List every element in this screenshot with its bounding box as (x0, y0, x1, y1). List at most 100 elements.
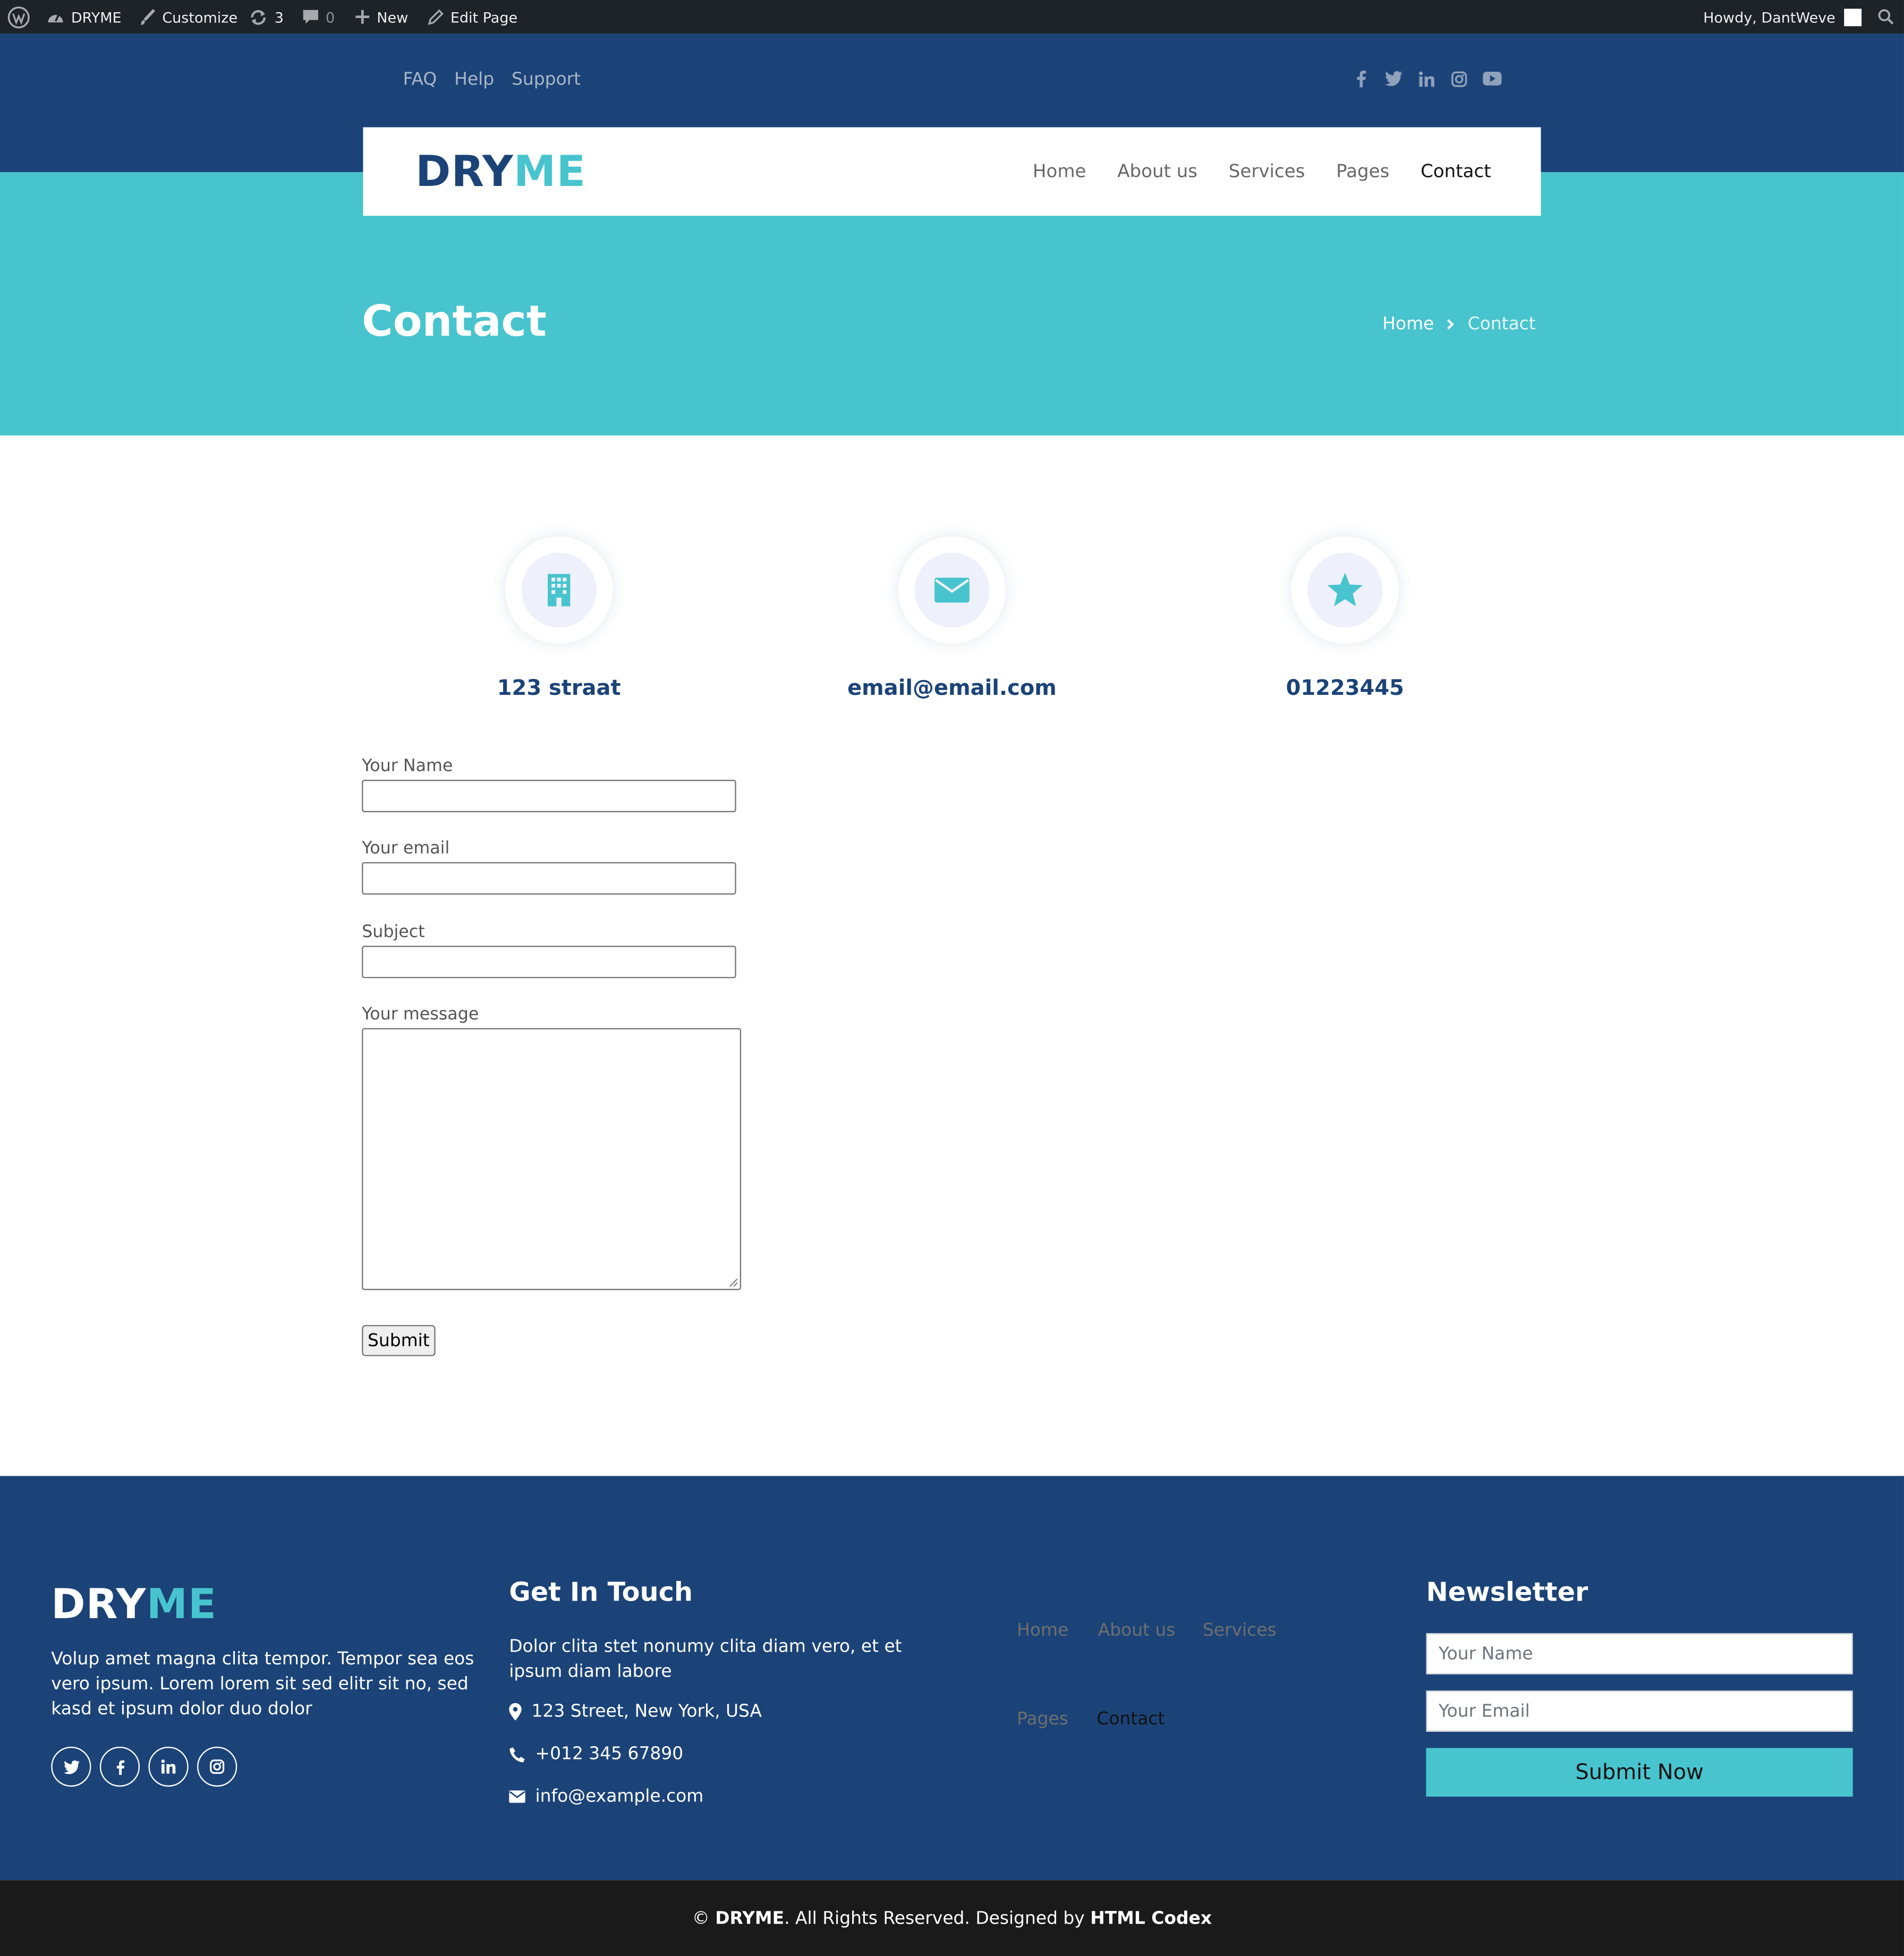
pencil-icon (428, 8, 444, 24)
envelope-icon-circle (898, 536, 1006, 644)
admin-new-label: New (377, 8, 409, 26)
admin-search-icon[interactable] (1878, 0, 1894, 33)
updates-icon (251, 9, 266, 24)
admin-edit-page-label: Edit Page (450, 8, 518, 26)
page: DRYME Customize 3 0 New Edit Page Howdy,… (0, 0, 1904, 1956)
footer-link-home[interactable]: Home (1017, 1621, 1068, 1641)
facebook-icon[interactable] (1353, 70, 1370, 88)
resize-handle-icon[interactable] (729, 1278, 739, 1288)
nav-item-home[interactable]: Home (1033, 161, 1086, 182)
top-link-faq[interactable]: FAQ (403, 70, 437, 90)
admin-site-name: DRYME (71, 8, 122, 26)
copyright-bar: © DRYME. All Rights Reserved. Designed b… (0, 1880, 1904, 1956)
logo-part-2: ME (513, 147, 586, 198)
admin-updates-count: 3 (274, 8, 284, 26)
footer-link-services[interactable]: Services (1203, 1621, 1277, 1641)
building-icon-circle (505, 536, 613, 644)
footer-logo-part-2: ME (146, 1579, 217, 1628)
newsletter-submit-button[interactable]: Submit Now (1426, 1748, 1853, 1797)
subject-label: Subject (362, 922, 425, 942)
footer-email-text[interactable]: info@example.com (536, 1787, 704, 1807)
newsletter-heading: Newsletter (1426, 1577, 1588, 1607)
nav-item-about[interactable]: About us (1117, 161, 1197, 182)
message-textarea[interactable] (362, 1028, 742, 1290)
contact-email[interactable]: email@email.com (765, 676, 1140, 701)
admin-comments-link[interactable]: 0 (302, 0, 335, 33)
admin-edit-page-link[interactable]: Edit Page (427, 0, 517, 33)
envelope-icon (934, 577, 970, 603)
admin-account-link[interactable]: Howdy, DantWeve (1703, 0, 1862, 33)
message-label: Your message (362, 1004, 479, 1025)
footer-link-contact[interactable]: Contact (1096, 1710, 1164, 1730)
page-title: Contact (362, 296, 547, 347)
map-marker-icon (509, 1703, 522, 1721)
contact-address: 123 straat (497, 676, 621, 701)
facebook-icon[interactable] (99, 1747, 140, 1787)
admin-comments-count: 0 (325, 8, 335, 26)
brush-icon (141, 8, 156, 24)
designer-link[interactable]: HTML Codex (1090, 1908, 1212, 1928)
copyright-text: . All Rights Reserved. Designed by (784, 1908, 1085, 1928)
footer-logo-part-1: DRY (51, 1579, 147, 1628)
top-links: FAQ Help Support (403, 70, 581, 90)
newsletter-email-input[interactable]: Your Email (1426, 1690, 1853, 1732)
comment-icon (303, 10, 318, 24)
get-in-touch-heading: Get In Touch (509, 1577, 693, 1607)
plus-icon (355, 10, 370, 24)
footer-phone-text: +012 345 67890 (535, 1744, 684, 1764)
instagram-icon[interactable] (1450, 70, 1467, 88)
admin-site-link[interactable]: DRYME (46, 0, 122, 33)
newsletter-name-input[interactable]: Your Name (1426, 1633, 1853, 1674)
email-field[interactable] (362, 862, 736, 895)
name-label: Your Name (362, 756, 453, 776)
breadcrumb-current: Contact (1467, 314, 1536, 335)
footer-email: info@example.com (509, 1787, 703, 1807)
wordpress-logo-icon[interactable] (7, 0, 30, 33)
phone-icon (509, 1747, 525, 1762)
instagram-icon[interactable] (197, 1747, 237, 1787)
star-icon (1327, 573, 1363, 607)
contact-phone: 01223445 (1286, 676, 1404, 701)
top-link-support[interactable]: Support (512, 70, 581, 90)
dashboard-icon (48, 14, 63, 23)
admin-bar: DRYME Customize 3 0 New Edit Page Howdy,… (0, 0, 1904, 34)
footer-link-about[interactable]: About us (1098, 1621, 1176, 1641)
twitter-icon[interactable] (1384, 70, 1402, 88)
twitter-icon[interactable] (51, 1747, 91, 1787)
admin-customize-link[interactable]: Customize (139, 0, 237, 33)
footer-social-links (51, 1747, 237, 1787)
nav-item-services[interactable]: Services (1229, 161, 1305, 182)
submit-button[interactable]: Submit (362, 1325, 436, 1356)
chevron-right-icon (1447, 319, 1455, 330)
email-label: Your email (362, 838, 450, 858)
linkedin-icon[interactable] (148, 1747, 189, 1787)
footer-link-pages[interactable]: Pages (1017, 1710, 1068, 1730)
name-field[interactable] (362, 779, 736, 812)
logo-part-1: DRY (415, 147, 514, 198)
navbar: DRYME Home About us Services Pages Conta… (363, 127, 1541, 216)
footer-address: 123 Street, New York, USA (509, 1702, 762, 1722)
footer-address-text: 123 Street, New York, USA (531, 1702, 762, 1722)
linkedin-icon[interactable] (1417, 70, 1435, 88)
copyright-symbol: © (692, 1908, 710, 1928)
footer-logo[interactable]: DRYME (51, 1579, 217, 1629)
admin-howdy: Howdy, DantWeve (1703, 8, 1835, 26)
top-social-links (1353, 70, 1502, 88)
copyright-brand[interactable]: DRYME (715, 1908, 784, 1928)
avatar (1844, 8, 1862, 26)
footer-phone: +012 345 67890 (509, 1744, 683, 1764)
admin-new-link[interactable]: New (354, 0, 408, 33)
top-link-help[interactable]: Help (454, 70, 494, 90)
subject-field[interactable] (362, 946, 736, 979)
admin-customize-label: Customize (162, 8, 238, 26)
admin-updates-link[interactable]: 3 (248, 0, 284, 33)
main-nav: Home About us Services Pages Contact (1033, 127, 1491, 216)
get-in-touch-description: Dolor clita stet nonumy clita diam vero,… (509, 1637, 902, 1682)
breadcrumb-home[interactable]: Home (1382, 314, 1434, 335)
envelope-icon (509, 1790, 525, 1803)
youtube-icon[interactable] (1482, 70, 1502, 88)
building-icon (548, 574, 571, 607)
nav-item-contact[interactable]: Contact (1421, 161, 1491, 182)
site-logo[interactable]: DRYME (415, 144, 586, 199)
nav-item-pages[interactable]: Pages (1336, 161, 1389, 182)
